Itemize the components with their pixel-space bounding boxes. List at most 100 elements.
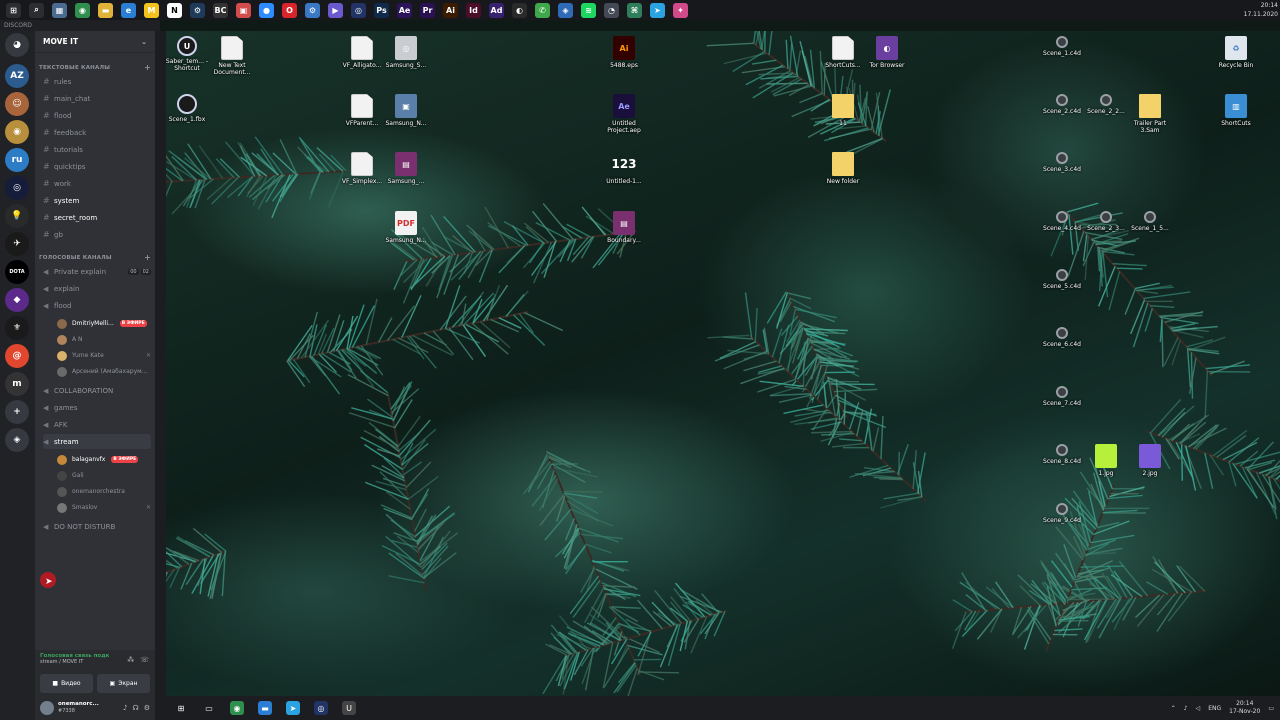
- server-bulb-icon[interactable]: 💡: [5, 204, 29, 228]
- obs-icon[interactable]: ◐: [512, 2, 527, 18]
- whatsapp-icon[interactable]: ✆: [535, 2, 550, 18]
- start-icon[interactable]: ⊞: [174, 701, 188, 715]
- unreal-icon[interactable]: U: [342, 701, 356, 715]
- voice-channel-do-not-disturb[interactable]: ◀ DO NOT DISTURB: [43, 519, 151, 534]
- desktop-icon[interactable]: Scene_6.c4d: [1038, 327, 1086, 348]
- desktop-icon[interactable]: Scene_7.c4d: [1038, 386, 1086, 407]
- desktop-icon[interactable]: Scene_1_5...: [1126, 211, 1174, 232]
- desktop-icon[interactable]: Ai 5488.eps: [600, 36, 648, 69]
- spotify-icon[interactable]: ≋: [581, 2, 596, 18]
- desktop-icon[interactable]: Scene_5.c4d: [1038, 269, 1086, 290]
- microphone-tray-icon[interactable]: ♪: [1184, 705, 1188, 712]
- add-channel-icon[interactable]: +: [144, 64, 151, 72]
- desktop-icon[interactable]: ShortCuts...: [819, 36, 867, 69]
- server-gold-icon[interactable]: ◉: [5, 120, 29, 144]
- adobe-icon[interactable]: Ad: [489, 2, 504, 18]
- discord-taskbar-icon[interactable]: ◔: [604, 2, 619, 18]
- channel-secret_room[interactable]: # secret_room: [43, 210, 151, 225]
- telegram-icon[interactable]: ➤: [286, 701, 300, 715]
- desktop-icon[interactable]: ◎ Samsung_S...: [382, 36, 430, 69]
- voice-user[interactable]: A N: [57, 332, 151, 347]
- desktop-icon[interactable]: ▥ ShortCuts: [1212, 94, 1260, 127]
- screen-share-button[interactable]: ▣ Экран: [97, 674, 150, 693]
- channel-work[interactable]: # work: [43, 176, 151, 191]
- voice-channel-games[interactable]: ◀ games: [43, 400, 151, 415]
- desktop-icon[interactable]: 1.jpg: [1082, 444, 1130, 477]
- voice-channels-category[interactable]: ГОЛОСОВЫЕ КАНАЛЫ +: [39, 254, 151, 262]
- video-button[interactable]: ■ Видео: [40, 674, 93, 693]
- guild-header[interactable]: MOVE IT ⌄: [35, 31, 155, 53]
- explorer-icon[interactable]: ▬: [258, 701, 272, 715]
- server-home-icon[interactable]: ◕: [5, 33, 29, 57]
- desktop-icon[interactable]: Scene_4.c4d: [1038, 211, 1086, 232]
- photoshop-icon[interactable]: Ps: [374, 2, 389, 18]
- desktop-icon[interactable]: Scene_1.c4d: [1038, 36, 1086, 57]
- voice-channel-explain[interactable]: ◀ explain: [43, 281, 151, 296]
- desktop-icon[interactable]: 123 Untitled-1...: [600, 152, 648, 185]
- microphone-icon[interactable]: ♪: [123, 704, 127, 712]
- desktop-icon[interactable]: ▤ Samsung_...: [382, 152, 430, 185]
- edge-icon[interactable]: e: [121, 2, 136, 18]
- search-icon[interactable]: ⌕: [29, 2, 44, 18]
- desktop-icon[interactable]: ♻ Recycle Bin: [1212, 36, 1260, 69]
- desktop-icon[interactable]: Trailer Part 3.Sam: [1126, 94, 1174, 134]
- channel-main_chat[interactable]: # main_chat: [43, 91, 151, 106]
- desktop-icon[interactable]: 2.jpg: [1126, 444, 1174, 477]
- voice-user[interactable]: DmitriyMelli... В ЭФИРЕ: [57, 316, 151, 331]
- channel-rules[interactable]: # rules: [43, 74, 151, 89]
- desktop-icon[interactable]: PDF Samsung_N...: [382, 211, 430, 244]
- desktop-icon[interactable]: New folder: [819, 152, 867, 185]
- server-az-icon[interactable]: AZ: [5, 64, 29, 88]
- illustrator-icon[interactable]: Ai: [443, 2, 458, 18]
- voice-user[interactable]: Gali: [57, 468, 151, 483]
- notion-icon[interactable]: N: [167, 2, 182, 18]
- disconnect-icon[interactable]: ☏: [140, 656, 149, 664]
- text-channels-category[interactable]: ТЕКСТОВЫЕ КАНАЛЫ +: [39, 64, 151, 72]
- app-red-icon[interactable]: ▣: [236, 2, 251, 18]
- server-c4d-icon[interactable]: ◎: [5, 176, 29, 200]
- calculator-icon[interactable]: ▦: [52, 2, 67, 18]
- chrome-icon[interactable]: ◉: [75, 2, 90, 18]
- bc-icon[interactable]: BC: [213, 2, 228, 18]
- voice-channel-stream[interactable]: ◀ stream: [43, 434, 151, 449]
- channel-gb[interactable]: # gb: [43, 227, 151, 242]
- cinema4d-icon[interactable]: ◎: [314, 701, 328, 715]
- server-bird-icon[interactable]: ✈: [5, 232, 29, 256]
- channel-flood[interactable]: # flood: [43, 108, 151, 123]
- play-icon[interactable]: ▶: [328, 2, 343, 18]
- volume-icon[interactable]: ◁: [1196, 705, 1201, 712]
- desktop-icon[interactable]: Scene_8.c4d: [1038, 444, 1086, 465]
- miro-icon[interactable]: M: [144, 2, 159, 18]
- desktop-icon[interactable]: Scene_1.fbx: [163, 94, 211, 123]
- zoom-icon[interactable]: ●: [259, 2, 274, 18]
- server-symbol-icon[interactable]: ⚜: [5, 316, 29, 340]
- notification-icon[interactable]: ▭: [1268, 705, 1274, 712]
- server-dota-icon[interactable]: DOTA: [5, 260, 29, 284]
- desktop-icon[interactable]: ▤ Boundary...: [600, 211, 648, 244]
- chevron-up-icon[interactable]: ⌃: [1171, 705, 1176, 712]
- channel-feedback[interactable]: # feedback: [43, 125, 151, 140]
- server-houdini-icon[interactable]: @: [5, 344, 29, 368]
- voice-channel-flood[interactable]: ◀ flood: [43, 298, 151, 313]
- aftereffects-icon[interactable]: Ae: [397, 2, 412, 18]
- voice-user[interactable]: balaganvfx В ЭФИРЕ: [57, 452, 151, 467]
- desktop-icon[interactable]: VFParent...: [338, 94, 386, 127]
- desktop-icon[interactable]: U Saber_tem... - Shortcut: [163, 36, 211, 72]
- premiere-icon[interactable]: Pr: [420, 2, 435, 18]
- voice-channel-private-explain[interactable]: ◀ Private explain 00 02: [43, 264, 151, 279]
- voice-user[interactable]: Yume Kate ✕: [57, 348, 151, 363]
- channel-tutorials[interactable]: # tutorials: [43, 142, 151, 157]
- voice-user[interactable]: onemanorchestra: [57, 484, 151, 499]
- server-ru-icon[interactable]: ru: [5, 148, 29, 172]
- desktop-icon[interactable]: Scene_2_2...: [1082, 94, 1130, 115]
- desktop-icon[interactable]: VF_Simplex...: [338, 152, 386, 185]
- taskbar-clock[interactable]: 20:14 17-Nov-20: [1229, 700, 1260, 716]
- chrome-icon[interactable]: ◉: [230, 701, 244, 715]
- server-avatar-icon[interactable]: ☺: [5, 92, 29, 116]
- indesign-icon[interactable]: Id: [466, 2, 481, 18]
- server-explore-icon[interactable]: ◈: [5, 428, 29, 452]
- desktop-icon[interactable]: 11: [819, 94, 867, 127]
- desktop-icon[interactable]: Scene_2_3...: [1082, 211, 1130, 232]
- desktop-icon[interactable]: Ae Untitled Project.aep: [600, 94, 648, 134]
- app-grid-icon[interactable]: ⌘: [627, 2, 642, 18]
